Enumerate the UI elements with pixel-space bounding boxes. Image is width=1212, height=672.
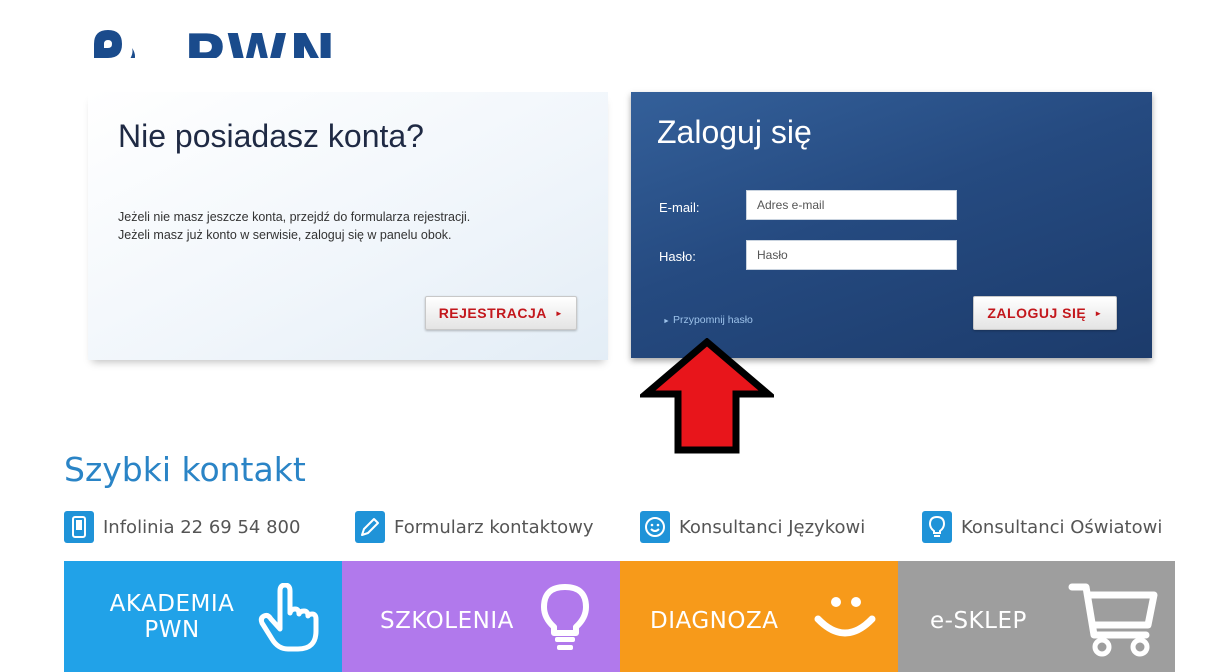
tile-szkolenia-label: SZKOLENIA xyxy=(380,608,514,634)
email-label: E-mail: xyxy=(659,200,700,215)
red-up-arrow-icon xyxy=(640,338,774,454)
logo-text: PWN xyxy=(184,23,337,59)
login-panel: Zaloguj się E-mail: Adres e-mail Hasło: … xyxy=(631,92,1152,358)
tile-esklep-label: e-SKLEP xyxy=(930,608,1027,634)
tile-diagnoza-label: DIAGNOZA xyxy=(650,608,779,634)
contact-form-label: Formularz kontaktowy xyxy=(394,516,594,538)
tile-akademia[interactable]: AKADEMIA PWN xyxy=(64,561,342,672)
contact-language-label: Konsultanci Językowi xyxy=(679,516,866,538)
register-button[interactable]: REJESTRACJA ► xyxy=(425,296,577,330)
arrow-right-icon: ► xyxy=(554,308,564,318)
tile-szkolenia[interactable]: SZKOLENIA xyxy=(342,561,620,672)
pwn-logo-mark-icon xyxy=(94,30,135,58)
register-panel: Nie posiadasz konta? Jeżeli nie masz jes… xyxy=(88,92,608,360)
arrow-right-icon: ► xyxy=(663,318,670,325)
email-field[interactable]: Adres e-mail xyxy=(746,190,957,220)
smile-icon xyxy=(814,597,876,637)
forgot-password-link[interactable]: ► Przypomnij hasło xyxy=(663,314,753,326)
contact-hotline-label: Infolinia 22 69 54 800 xyxy=(103,516,301,538)
contact-language-consultants[interactable]: Konsultanci Językowi xyxy=(640,510,865,544)
register-description: Jeżeli nie masz jeszcze konta, przejdź d… xyxy=(118,208,470,244)
contact-hotline[interactable]: Infolinia 22 69 54 800 xyxy=(64,510,300,544)
contact-form[interactable]: Formularz kontaktowy xyxy=(355,510,594,544)
contact-education-consultants[interactable]: Konsultanci Oświatowi xyxy=(922,510,1162,544)
tile-akademia-label: AKADEMIA PWN xyxy=(102,591,242,643)
register-line-1: Jeżeli nie masz jeszcze konta, przejdź d… xyxy=(118,210,471,224)
smiley-icon xyxy=(640,511,670,543)
register-line-2: Jeżeli masz już konto w serwisie, zalogu… xyxy=(118,228,452,242)
cart-icon xyxy=(1068,583,1158,657)
login-title: Zaloguj się xyxy=(657,114,812,150)
password-label: Hasło: xyxy=(659,249,696,264)
contact-education-label: Konsultanci Oświatowi xyxy=(961,516,1163,538)
phone-icon xyxy=(64,511,94,543)
login-button-label: ZALOGUJ SIĘ xyxy=(987,305,1087,321)
quick-contact-title: Szybki kontakt xyxy=(64,450,306,489)
tile-akademia-line-2: PWN xyxy=(144,617,200,643)
lightbulb-icon xyxy=(541,584,589,650)
hand-pointer-icon xyxy=(258,583,319,652)
tile-diagnoza[interactable]: DIAGNOZA xyxy=(620,561,898,672)
tile-akademia-line-1: AKADEMIA xyxy=(109,591,235,617)
lightbulb-icon xyxy=(922,511,952,543)
tile-esklep[interactable]: e-SKLEP xyxy=(898,561,1175,672)
register-button-label: REJESTRACJA xyxy=(438,305,547,321)
password-field[interactable]: Hasło xyxy=(746,240,957,270)
forgot-password-label: Przypomnij hasło xyxy=(672,314,753,326)
pwn-logo[interactable]: PWN xyxy=(88,10,348,58)
register-title: Nie posiadasz konta? xyxy=(118,118,424,154)
login-button[interactable]: ZALOGUJ SIĘ ► xyxy=(973,296,1117,330)
arrow-right-icon: ► xyxy=(1094,308,1103,318)
pencil-icon xyxy=(355,511,385,543)
